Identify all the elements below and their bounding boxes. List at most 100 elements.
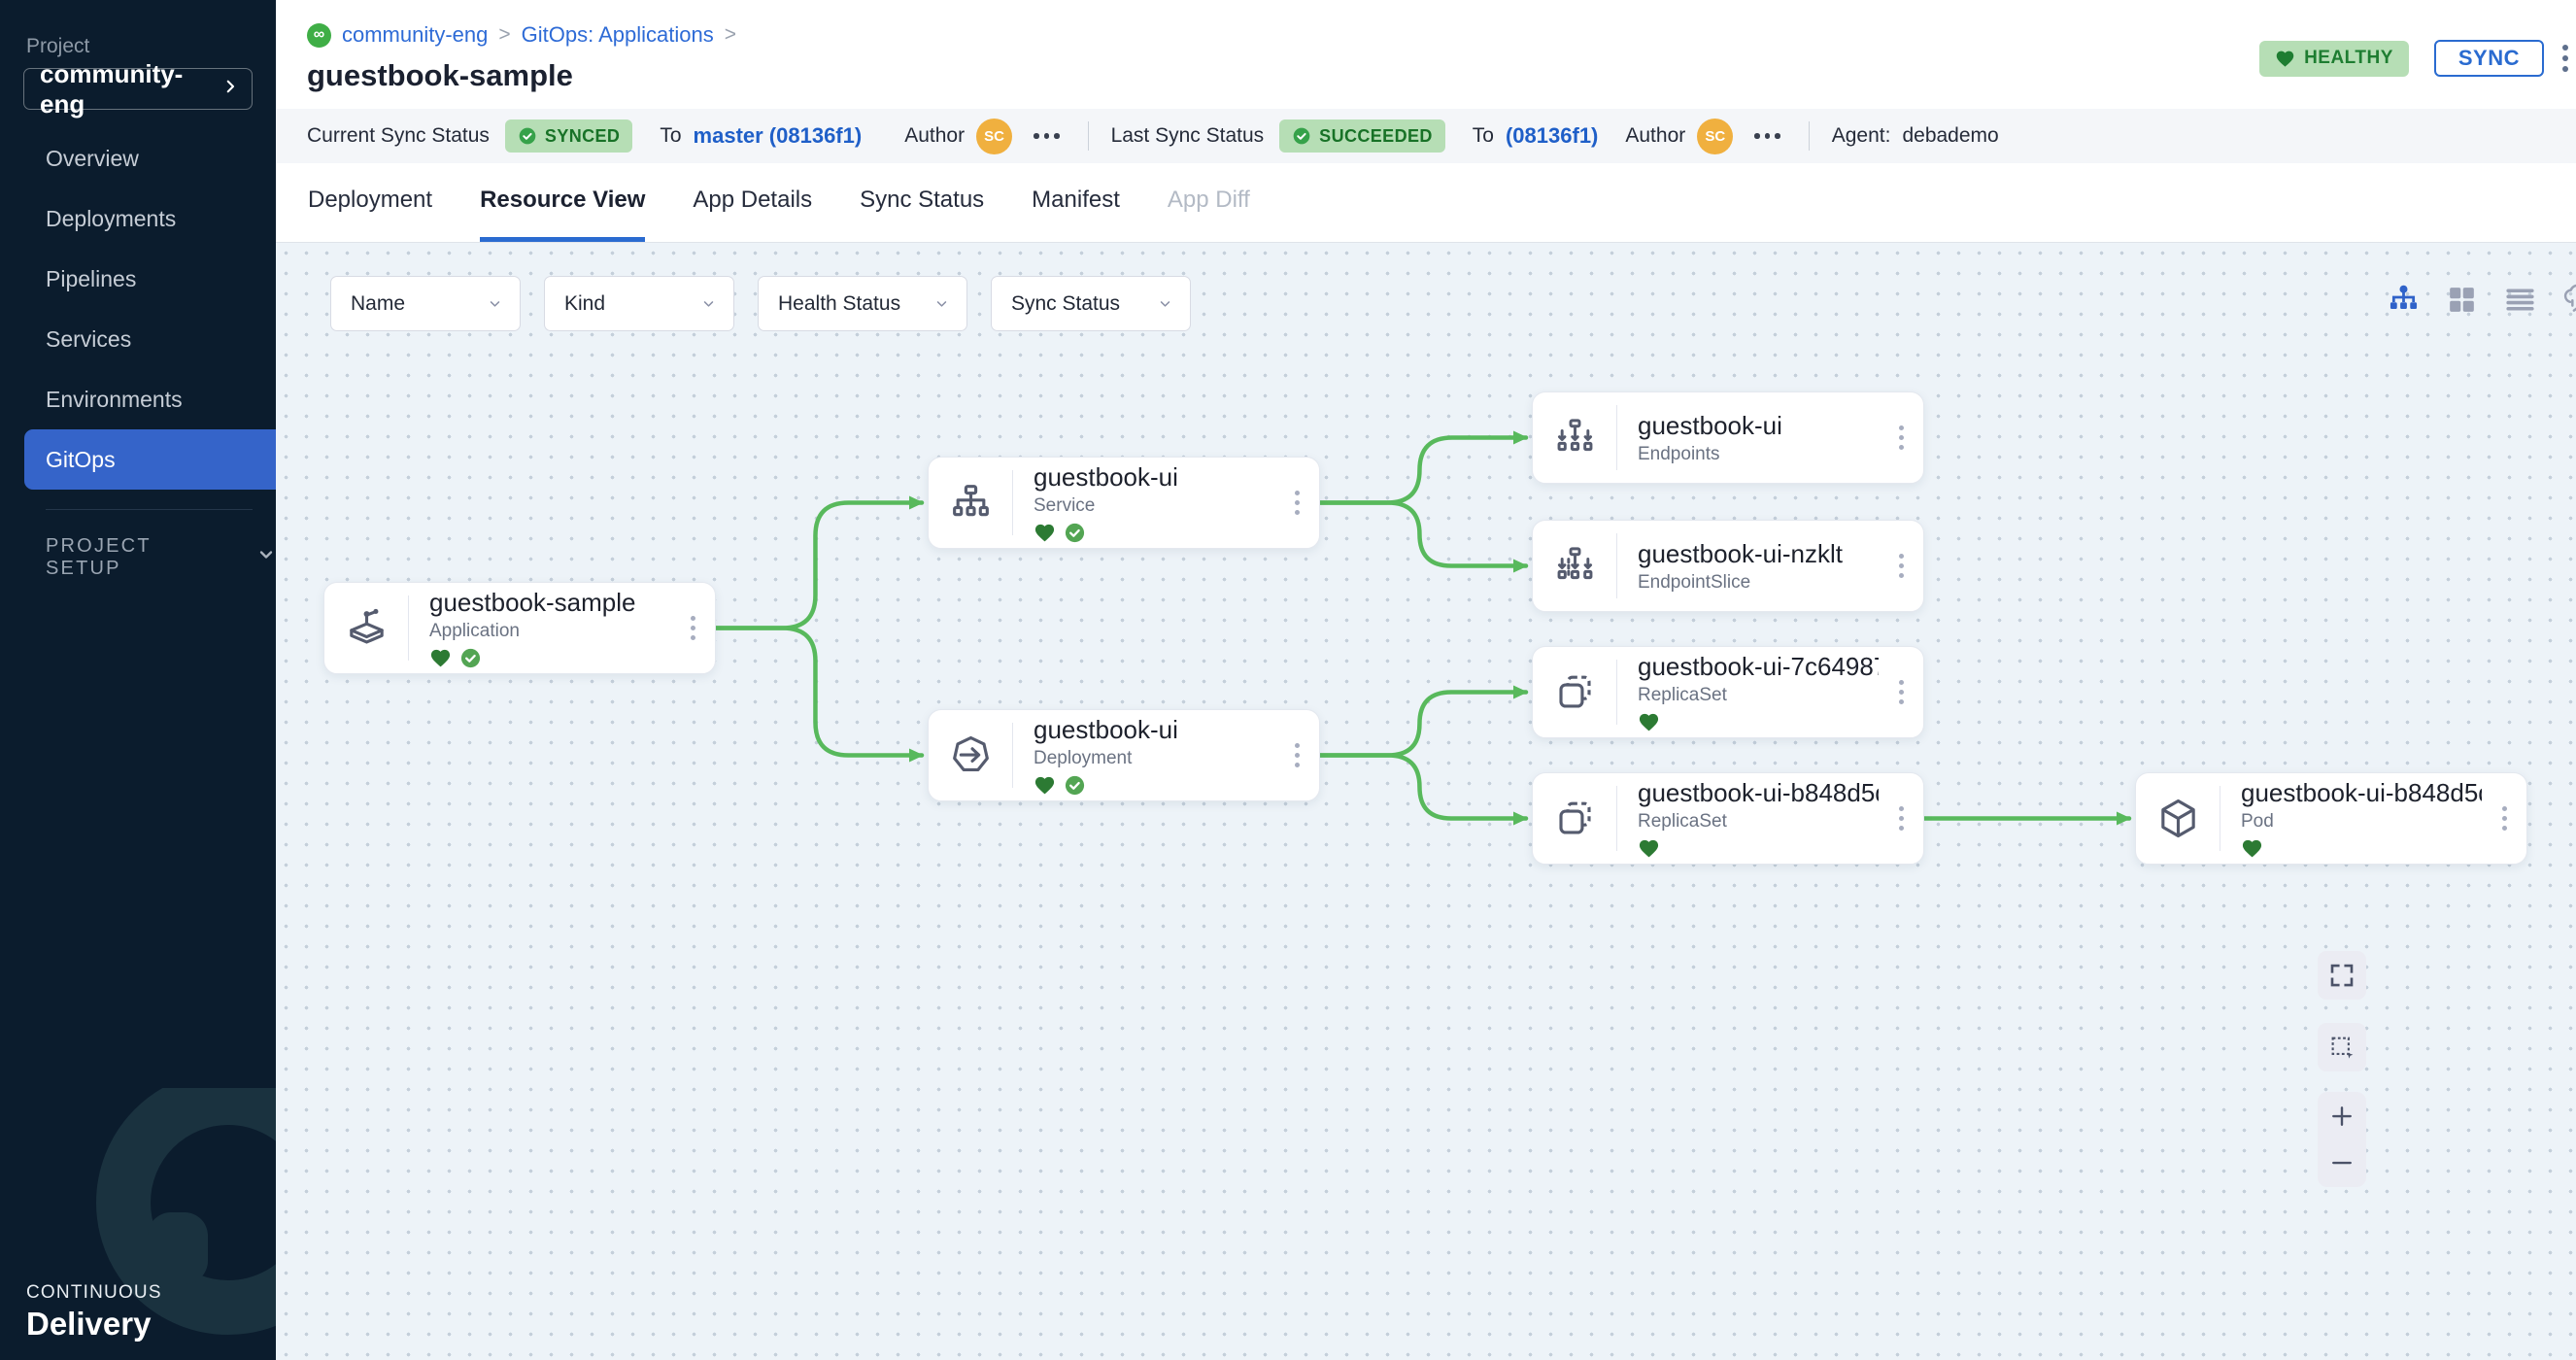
sidebar-item-gitops[interactable]: GitOps bbox=[24, 429, 276, 490]
chevron-down-icon bbox=[256, 545, 276, 570]
sidebar-item-overview[interactable]: Overview bbox=[0, 128, 276, 188]
node-kebab-menu[interactable] bbox=[1274, 710, 1319, 800]
edge-app-to-svc bbox=[716, 503, 922, 629]
last-target-revision[interactable]: (08136f1) bbox=[1506, 123, 1598, 149]
node-kebab-menu[interactable] bbox=[1274, 458, 1319, 548]
node-body: guestbook-ui Deployment bbox=[1013, 710, 1274, 800]
resource-node-guestbook-ui-endpoints[interactable]: guestbook-uiEndpoints bbox=[1532, 391, 1924, 484]
resource-node-guestbook-ui-nzklt-endpointslice[interactable]: guestbook-ui-nzkltEndpointSlice bbox=[1532, 520, 1924, 612]
last-more-menu[interactable] bbox=[1748, 127, 1786, 145]
node-kind-label: Deployment bbox=[1034, 748, 1274, 769]
main-panel: ∞ community-eng>GitOps: Applications> gu… bbox=[276, 0, 2576, 1360]
tab-resource-view[interactable]: Resource View bbox=[480, 163, 645, 242]
node-status-icons bbox=[1034, 522, 1274, 544]
filter-name[interactable]: Name bbox=[330, 276, 521, 331]
node-kind-label: ReplicaSet bbox=[1638, 685, 1879, 706]
filter-label: Sync Status bbox=[1011, 292, 1120, 316]
zoom-controls bbox=[2318, 1092, 2366, 1187]
pod-view-icon[interactable] bbox=[2560, 282, 2576, 318]
node-kebab-menu[interactable] bbox=[1879, 647, 1923, 737]
resource-node-guestbook-ui-b848d5d9--pod[interactable]: guestbook-ui-b848d5d9...Pod bbox=[2135, 772, 2527, 865]
resource-node-guestbook-ui-7c64987dc9-replicaset[interactable]: guestbook-ui-7c64987dc9 ReplicaSet bbox=[1532, 646, 1924, 738]
chevron-down-icon bbox=[932, 294, 951, 313]
zoom-out-button[interactable] bbox=[2327, 1148, 2356, 1177]
sidebar-item-environments[interactable]: Environments bbox=[0, 369, 276, 429]
last-sync-label: Last Sync Status bbox=[1111, 124, 1265, 148]
resource-graph-canvas[interactable]: Name Kind Health Status Sync Status guestbo… bbox=[276, 243, 2576, 1360]
endpointslice-icon bbox=[1533, 521, 1616, 611]
endpoints-icon bbox=[1533, 392, 1616, 483]
current-to-label: To bbox=[660, 124, 681, 148]
last-to-label: To bbox=[1473, 124, 1494, 148]
sidebar-item-services[interactable]: Services bbox=[0, 309, 276, 369]
node-kebab-menu[interactable] bbox=[1879, 392, 1923, 483]
project-label: Project bbox=[26, 35, 276, 58]
breadcrumb-link-gitops-applications[interactable]: GitOps: Applications bbox=[522, 22, 714, 48]
zoom-in-button[interactable] bbox=[2327, 1102, 2356, 1131]
fullscreen-icon bbox=[2327, 961, 2356, 990]
current-author-avatar[interactable]: SC bbox=[976, 119, 1012, 154]
node-kebab-menu[interactable] bbox=[670, 583, 715, 673]
tree-view-icon[interactable] bbox=[2386, 282, 2422, 318]
node-status-icons bbox=[1638, 837, 1879, 860]
node-body: guestbook-sampleApplication bbox=[409, 583, 670, 673]
node-kind-label: Service bbox=[1034, 495, 1274, 517]
synced-badge: SYNCED bbox=[505, 119, 632, 153]
check-circle-icon bbox=[1292, 126, 1311, 146]
project-selector[interactable]: community-eng bbox=[23, 68, 253, 110]
fullscreen-button[interactable] bbox=[2318, 951, 2366, 1000]
tab-sync-status[interactable]: Sync Status bbox=[860, 163, 984, 242]
tab-bar: Deployment Resource View App Details Sync S… bbox=[276, 163, 2576, 243]
tab-manifest[interactable]: Manifest bbox=[1032, 163, 1120, 242]
header-kebab-menu[interactable] bbox=[2557, 39, 2574, 78]
list-view-icon[interactable] bbox=[2502, 282, 2538, 318]
sidebar-divider bbox=[46, 509, 253, 510]
succeeded-badge: SUCCEEDED bbox=[1279, 119, 1445, 153]
filter-label: Kind bbox=[564, 292, 605, 316]
node-status-icons bbox=[1638, 711, 1879, 733]
node-body: guestbook-ui-b848d5d9dReplicaSet bbox=[1617, 773, 1879, 864]
sidebar-nav: OverviewDeploymentsPipelinesServicesEnvi… bbox=[0, 128, 276, 490]
last-author-avatar[interactable]: SC bbox=[1697, 119, 1733, 154]
node-body: guestbook-ui-nzkltEndpointSlice bbox=[1617, 521, 1879, 611]
breadcrumb-link-community-eng[interactable]: community-eng bbox=[342, 22, 488, 48]
node-title: guestbook-ui bbox=[1034, 715, 1274, 745]
sync-button[interactable]: SYNC bbox=[2434, 40, 2544, 77]
synced-badge-label: SYNCED bbox=[545, 126, 620, 147]
selection-tool-button[interactable] bbox=[2318, 1023, 2366, 1071]
agent-value: debademo bbox=[1902, 124, 1998, 148]
resource-node-guestbook-sample-application[interactable]: guestbook-sampleApplication bbox=[323, 582, 716, 674]
project-setup-toggle[interactable]: PROJECT SETUP bbox=[0, 535, 276, 580]
filter-health-status[interactable]: Health Status bbox=[758, 276, 967, 331]
chevron-down-icon bbox=[1156, 294, 1174, 313]
tab-deployment[interactable]: Deployment bbox=[308, 163, 432, 242]
check-circle-icon bbox=[518, 126, 537, 146]
node-title: guestbook-ui-7c64987dc9 bbox=[1638, 652, 1879, 682]
synced-check-icon bbox=[1064, 774, 1086, 797]
resource-node-guestbook-ui-service[interactable]: guestbook-uiService bbox=[928, 457, 1320, 549]
gitops-icon: ∞ bbox=[307, 23, 331, 48]
tab-app-details[interactable]: App Details bbox=[693, 163, 812, 242]
current-more-menu[interactable] bbox=[1028, 127, 1066, 145]
replicaset-icon bbox=[1533, 773, 1616, 864]
node-kebab-menu[interactable] bbox=[1879, 521, 1923, 611]
sidebar-item-deployments[interactable]: Deployments bbox=[0, 188, 276, 249]
node-kebab-menu[interactable] bbox=[1879, 773, 1923, 864]
resource-node-guestbook-ui-b848d5d9d-replicaset[interactable]: guestbook-ui-b848d5d9dReplicaSet bbox=[1532, 772, 1924, 865]
sidebar-item-pipelines[interactable]: Pipelines bbox=[0, 249, 276, 309]
statusbar-divider bbox=[1809, 121, 1810, 151]
node-kebab-menu[interactable] bbox=[2482, 773, 2526, 864]
current-target-revision[interactable]: master (08136f1) bbox=[694, 123, 863, 149]
node-status-icons bbox=[429, 647, 670, 669]
filter-kind[interactable]: Kind bbox=[544, 276, 734, 331]
resource-node-guestbook-ui-deployment[interactable]: guestbook-ui Deployment bbox=[928, 709, 1320, 801]
filter-sync-status[interactable]: Sync Status bbox=[991, 276, 1191, 331]
grid-view-icon[interactable] bbox=[2444, 282, 2480, 318]
healthy-heart-icon bbox=[2241, 837, 2263, 860]
page-title: guestbook-sample bbox=[307, 58, 2576, 93]
healthy-heart-icon bbox=[1034, 522, 1056, 544]
edge-deploy-to-rs2 bbox=[1320, 756, 1526, 819]
header-actions: HEALTHY SYNC bbox=[2259, 39, 2576, 78]
application-icon bbox=[324, 583, 408, 673]
node-body: guestbook-ui-b848d5d9...Pod bbox=[2220, 773, 2482, 864]
